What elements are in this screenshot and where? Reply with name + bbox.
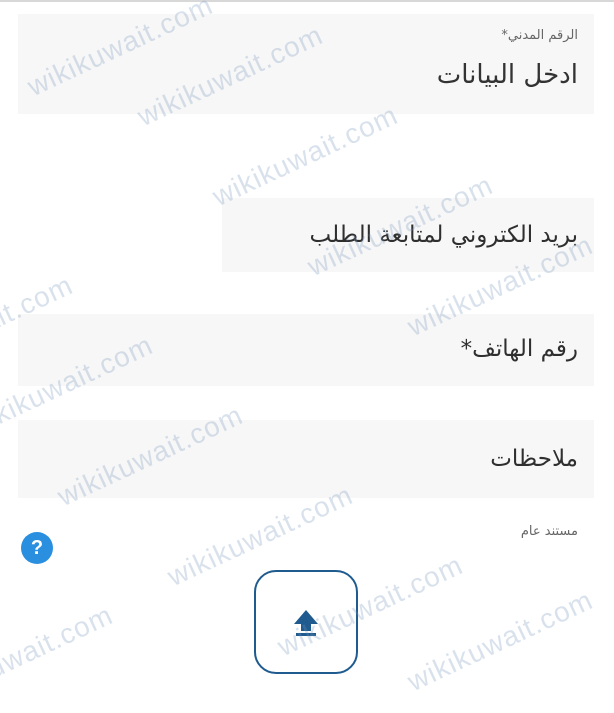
top-divider xyxy=(0,0,614,2)
notes-field[interactable]: ملاحظات xyxy=(18,420,594,498)
upload-button[interactable] xyxy=(254,570,358,674)
phone-field[interactable]: رقم الهاتف* xyxy=(18,314,594,386)
civil-id-placeholder: ادخل البيانات xyxy=(436,60,578,90)
phone-label: رقم الهاتف* xyxy=(460,336,578,362)
document-label: مستند عام xyxy=(520,524,578,539)
watermark: wikikuwait.com xyxy=(402,584,598,698)
civil-id-label: الرقم المدني* xyxy=(501,28,578,43)
upload-arrow-icon xyxy=(294,610,318,636)
email-label: بريد الكتروني لمتابعة الطلب xyxy=(309,222,578,248)
help-glyph: ? xyxy=(30,536,44,559)
watermark: wikikuwait.com xyxy=(207,99,403,213)
email-field[interactable]: بريد الكتروني لمتابعة الطلب xyxy=(222,198,594,272)
civil-id-field[interactable]: الرقم المدني* ادخل البيانات xyxy=(18,14,594,114)
notes-label: ملاحظات xyxy=(490,446,578,472)
watermark: wikikuwait.com xyxy=(0,599,118,713)
question-circle-icon[interactable]: ? xyxy=(21,532,53,564)
